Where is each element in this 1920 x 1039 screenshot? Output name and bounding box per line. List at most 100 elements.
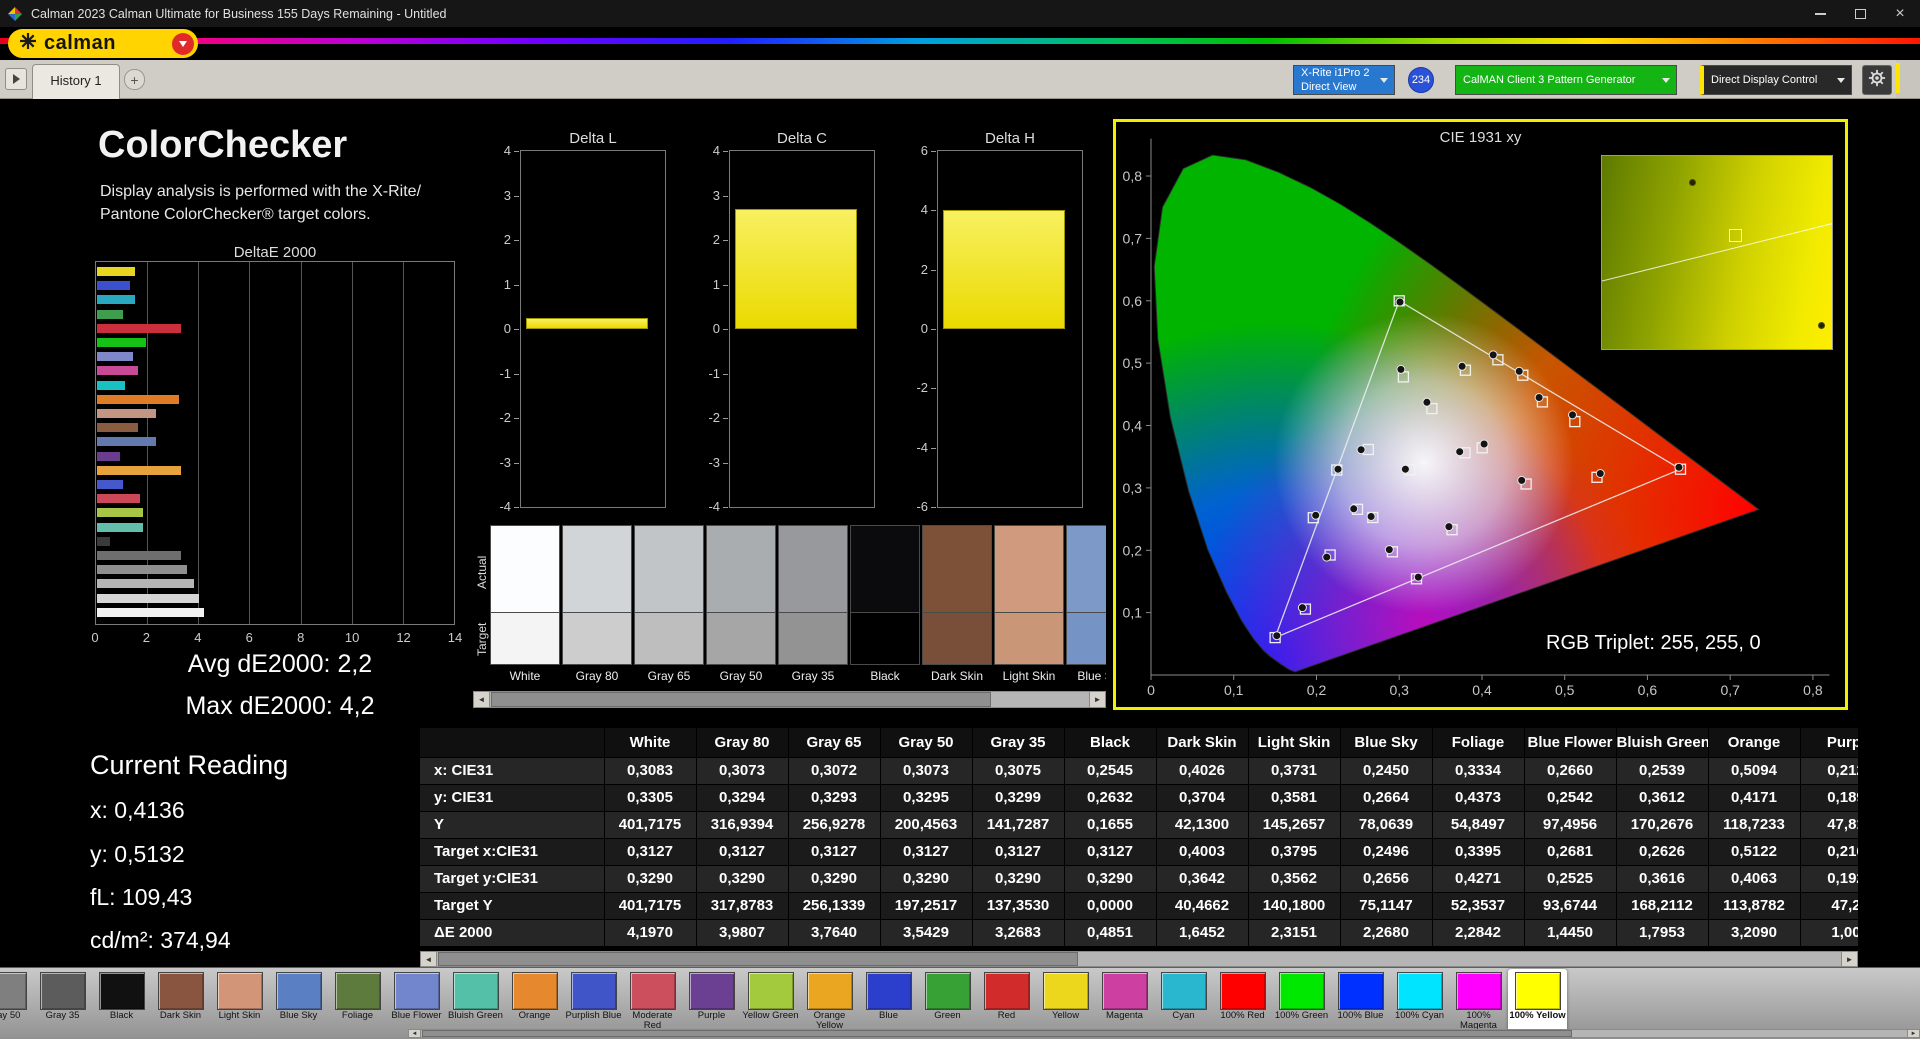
page-title: ColorChecker — [98, 124, 347, 167]
target-swatch — [922, 612, 992, 665]
table-cell: 1,6452 — [1156, 919, 1248, 946]
axis-tick-label: 4 — [483, 143, 511, 158]
actual-swatch — [994, 525, 1064, 612]
axis-tick-label: -1 — [483, 366, 511, 381]
swatch-label: Red — [977, 1011, 1036, 1021]
tick-mark — [514, 285, 519, 286]
table-cell: 140,1800 — [1248, 892, 1340, 919]
table-cell: 3,5429 — [880, 919, 972, 946]
pattern-swatch-yellow-green[interactable]: Yellow Green — [741, 969, 800, 1033]
pattern-generator-dropdown[interactable]: CalMAN Client 3 Pattern Generator — [1455, 65, 1677, 95]
table-row-label: Target x:CIE31 — [420, 838, 604, 865]
pattern-swatch-100-cyan[interactable]: 100% Cyan — [1390, 969, 1449, 1033]
swatch-strip-scrollbar[interactable]: ◄► — [473, 691, 1106, 708]
pattern-swatch-gray-35[interactable]: Gray 35 — [33, 969, 92, 1033]
tick-mark — [931, 329, 936, 330]
axis-tick-label: 0,5 — [1555, 682, 1575, 698]
palette-scrollbar[interactable]: ◄► — [408, 1029, 1920, 1038]
pattern-swatch-green[interactable]: Green — [918, 969, 977, 1033]
scrollbar-thumb[interactable] — [422, 1030, 1572, 1037]
table-col-header: Gray 80 — [696, 728, 788, 757]
description-line-1: Display analysis is performed with the X… — [100, 180, 480, 203]
display-control-dropdown[interactable]: Direct Display Control — [1700, 65, 1852, 95]
pattern-swatch-cyan[interactable]: Cyan — [1154, 969, 1213, 1033]
add-tab-button[interactable]: + — [124, 69, 145, 90]
pattern-swatch-orange[interactable]: Orange — [505, 969, 564, 1033]
cie-measured-point — [1569, 411, 1577, 419]
pattern-swatch-light-skin[interactable]: Light Skin — [210, 969, 269, 1033]
logo-menu-button[interactable] — [172, 33, 194, 55]
scroll-left-icon[interactable]: ◄ — [474, 692, 490, 707]
pattern-swatch-blue-sky[interactable]: Blue Sky — [269, 969, 328, 1033]
pattern-swatch-bluish-green[interactable]: Bluish Green — [446, 969, 505, 1033]
scrollbar-thumb[interactable] — [438, 952, 1078, 966]
table-cell: 401,7175 — [604, 892, 696, 919]
swatch-label: Yellow — [1036, 1011, 1095, 1021]
cie-measured-point — [1535, 394, 1543, 402]
table-scrollbar[interactable]: ◄► — [420, 951, 1858, 967]
pattern-swatch-foliage[interactable]: Foliage — [328, 969, 387, 1033]
pattern-swatch-100-red[interactable]: 100% Red — [1213, 969, 1272, 1033]
minimize-button[interactable] — [1800, 0, 1840, 27]
target-swatch — [994, 612, 1064, 665]
axis-tick-label: -3 — [692, 455, 720, 470]
pattern-swatch-orange-yellow[interactable]: Orange Yellow — [800, 969, 859, 1033]
target-swatch — [562, 612, 632, 665]
pattern-swatch-red[interactable]: Red — [977, 969, 1036, 1033]
swatch-color — [0, 972, 27, 1010]
settings-button[interactable] — [1862, 65, 1892, 95]
colorchecker-swatch-blue-sky: Blue Sky — [1066, 525, 1106, 665]
pattern-swatch-moderate-red[interactable]: Moderate Red — [623, 969, 682, 1033]
pattern-swatch-100-yellow[interactable]: 100% Yellow — [1508, 969, 1567, 1033]
table-col-header: Light Skin — [1248, 728, 1340, 757]
pattern-swatch-dark-skin[interactable]: Dark Skin — [151, 969, 210, 1033]
pattern-swatch-100-blue[interactable]: 100% Blue — [1331, 969, 1390, 1033]
close-button[interactable]: × — [1880, 0, 1920, 27]
table-cell: 0,3612 — [1616, 784, 1708, 811]
table-cell: 0,3290 — [972, 865, 1064, 892]
pattern-swatch-blue-flower[interactable]: Blue Flower — [387, 969, 446, 1033]
pattern-swatch-purplish-blue[interactable]: Purplish Blue — [564, 969, 623, 1033]
maximize-button[interactable] — [1840, 0, 1880, 27]
swatch-color — [748, 972, 794, 1010]
tick-mark — [514, 374, 519, 375]
cie-measured-point — [1458, 362, 1466, 370]
scrollbar-thumb[interactable] — [491, 692, 991, 707]
pattern-swatch-blue[interactable]: Blue — [859, 969, 918, 1033]
axis-tick-label: 2 — [483, 232, 511, 247]
scroll-left-icon[interactable]: ◄ — [421, 952, 437, 966]
pattern-swatch-100-green[interactable]: 100% Green — [1272, 969, 1331, 1033]
target-swatch — [850, 612, 920, 665]
swatch-label: Dark Skin — [151, 1011, 210, 1021]
deltae-bar — [97, 551, 181, 560]
calman-logo[interactable]: calman — [8, 29, 198, 58]
nav-forward-button[interactable] — [5, 68, 27, 90]
pattern-swatch-black[interactable]: Black — [92, 969, 151, 1033]
panel-edge-accent — [1896, 63, 1900, 93]
table-cell: 0,212 — [1800, 757, 1858, 784]
colorchecker-swatch-light-skin: Light Skin — [994, 525, 1064, 665]
cie-measured-point — [1515, 367, 1523, 375]
table-row-label: ΔE 2000 — [420, 919, 604, 946]
scroll-left-icon[interactable]: ◄ — [409, 1030, 421, 1037]
tab-history-1[interactable]: History 1 — [32, 64, 120, 99]
pattern-swatch-magenta[interactable]: Magenta — [1095, 969, 1154, 1033]
pattern-swatch-yellow[interactable]: Yellow — [1036, 969, 1095, 1033]
tick-mark — [723, 507, 728, 508]
pattern-swatch-gray-50[interactable]: Gray 50 — [0, 969, 33, 1033]
delta-h-title: Delta H — [937, 130, 1083, 147]
axis-tick-label: 6 — [246, 630, 253, 645]
pattern-swatch-purple[interactable]: Purple — [682, 969, 741, 1033]
axis-tick-label: 4 — [692, 143, 720, 158]
scroll-right-icon[interactable]: ► — [1841, 952, 1857, 966]
deltae-bar — [97, 409, 156, 418]
pattern-swatch-100-magenta[interactable]: 100% Magenta — [1449, 969, 1508, 1033]
cie-zoom-inset — [1601, 155, 1833, 350]
swatch-color — [394, 972, 440, 1010]
pattern-generator-label: CalMAN Client 3 Pattern Generator — [1463, 73, 1635, 87]
scroll-right-icon[interactable]: ► — [1907, 1030, 1919, 1037]
scroll-right-icon[interactable]: ► — [1089, 692, 1105, 707]
meter-dropdown[interactable]: X-Rite i1Pro 2 Direct View — [1293, 65, 1395, 95]
delta-c-chart: 43210-1-2-3-4 — [729, 150, 875, 508]
table-cell: 4,1970 — [604, 919, 696, 946]
